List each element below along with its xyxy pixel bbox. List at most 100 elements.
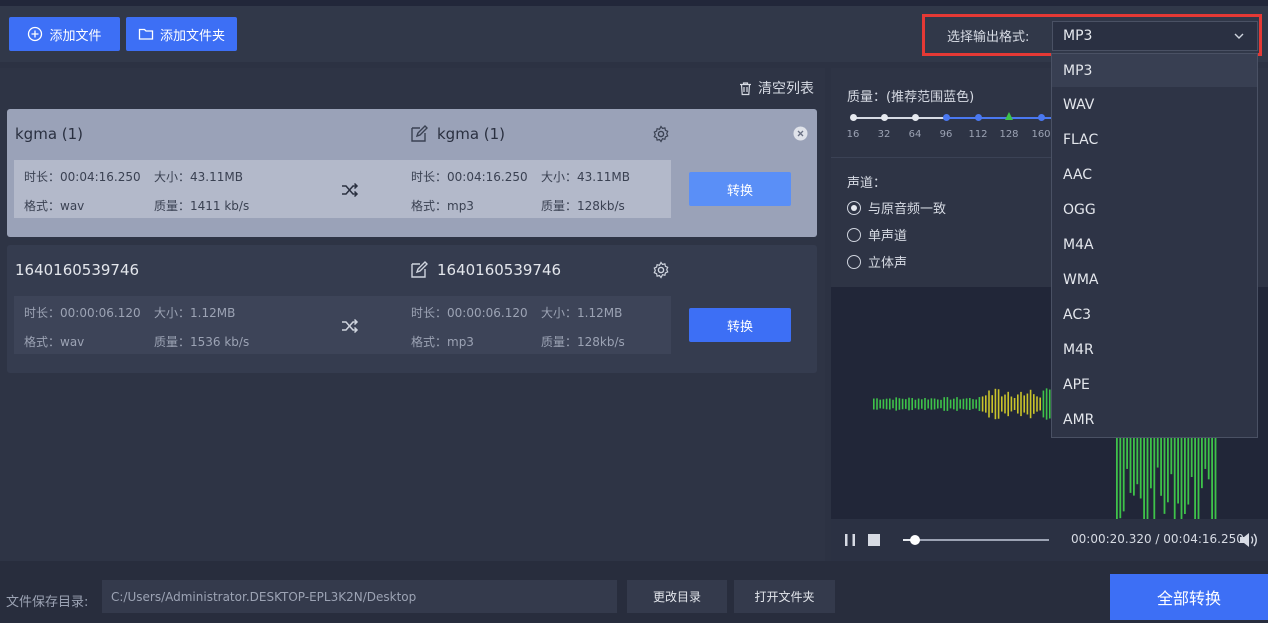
waveform-bar — [927, 399, 929, 409]
edit-icon[interactable] — [410, 261, 428, 279]
playback-time: 00:00:20.320 / 00:04:16.250 — [1071, 532, 1244, 546]
waveform-bar — [1026, 393, 1029, 415]
channel-option-label: 立体声 — [868, 256, 908, 271]
quality-tick-dot[interactable] — [942, 114, 950, 121]
output-format-select[interactable]: MP3 — [1052, 21, 1258, 51]
waveform-bar — [1036, 396, 1038, 412]
format-option-amr[interactable]: AMR — [1052, 402, 1257, 437]
waveform-bar — [1143, 427, 1145, 519]
quality-tick-dot[interactable] — [880, 114, 888, 121]
quality-tick-dot[interactable] — [974, 114, 982, 121]
waveform-bar — [1197, 427, 1200, 519]
progress-track[interactable] — [903, 539, 1049, 541]
target-quality: 质量：128kb/s — [541, 335, 625, 349]
waveform-bar — [946, 397, 949, 411]
gear-icon[interactable] — [652, 125, 670, 143]
output-format-label: 选择输出格式: — [947, 29, 1030, 45]
waveform-bar — [898, 398, 901, 410]
clear-list-button[interactable]: 清空列表 — [738, 78, 814, 98]
add-folder-button[interactable]: 添加文件夹 — [126, 17, 237, 51]
waveform-bar — [1146, 427, 1149, 519]
convert-button[interactable]: 转换 — [689, 172, 791, 206]
output-file-name: kgma (1) — [437, 125, 506, 143]
gear-icon[interactable] — [652, 261, 670, 279]
radio-button[interactable] — [847, 200, 861, 215]
file-card[interactable]: 1640160539746 1640160539746 时长：00:00:06.… — [7, 245, 817, 373]
format-option-wma[interactable]: WMA — [1052, 262, 1257, 297]
format-option-mp3[interactable]: MP3 — [1052, 54, 1257, 87]
waveform-bar — [953, 398, 955, 410]
progress-knob[interactable] — [909, 535, 920, 545]
waveform-bar — [914, 399, 917, 409]
file-card[interactable]: kgma (1) kgma (1) 时长：00:04:16.250 大小：43.… — [7, 109, 817, 237]
format-option-ac3[interactable]: AC3 — [1052, 297, 1257, 332]
source-duration: 时长：00:04:16.250 — [24, 170, 141, 184]
waveform-bar — [924, 397, 926, 411]
waveform-bar — [1007, 391, 1009, 417]
quality-tick-dot[interactable] — [1037, 114, 1045, 121]
waveform-bar — [1194, 427, 1196, 519]
source-quality: 质量：1536 kb/s — [154, 335, 250, 349]
pause-icon[interactable] — [843, 533, 857, 547]
radio-button[interactable] — [847, 254, 861, 269]
waveform-bar — [991, 395, 993, 413]
format-option-flac[interactable]: FLAC — [1052, 122, 1257, 157]
waveform-bar — [917, 398, 920, 410]
waveform-bar — [882, 399, 885, 409]
target-format: 格式：mp3 — [411, 335, 474, 349]
add-file-label: 添加文件 — [49, 28, 102, 44]
format-option-wav[interactable]: WAV — [1052, 87, 1257, 122]
channel-option[interactable]: 单声道 — [847, 225, 907, 244]
waveform-bar — [959, 399, 961, 409]
channel-option[interactable]: 立体声 — [847, 252, 907, 271]
waveform-bar — [933, 398, 936, 410]
waveform-bar — [1023, 395, 1025, 413]
waveform-bar — [1163, 427, 1166, 514]
source-size: 大小：43.11MB — [154, 170, 243, 184]
quality-tick-label: 64 — [908, 129, 922, 140]
waveform-bar — [1029, 389, 1032, 419]
format-option-m4r[interactable]: M4R — [1052, 332, 1257, 367]
waveform-bar — [962, 398, 965, 410]
radio-button[interactable] — [847, 227, 861, 242]
format-option-ogg[interactable]: OGG — [1052, 192, 1257, 227]
waveform-bar — [1119, 427, 1122, 519]
waveform-bar — [1013, 398, 1016, 410]
open-folder-button[interactable]: 打开文件夹 — [734, 580, 835, 613]
stop-icon[interactable] — [868, 534, 880, 546]
close-icon[interactable] — [793, 126, 808, 141]
waveform-bar — [1167, 427, 1169, 503]
quality-tick-label: 112 — [968, 129, 988, 140]
convert-button[interactable]: 转换 — [689, 308, 791, 342]
quality-tick-dot[interactable] — [911, 114, 919, 121]
channel-title: 声道： — [847, 176, 887, 191]
shuffle-icon — [342, 182, 359, 198]
output-format-dropdown: MP3 WAV FLAC AAC OGG M4A WMA AC3 M4R APE AMR — [1051, 53, 1258, 438]
format-option-aac[interactable]: AAC — [1052, 157, 1257, 192]
target-duration: 时长：00:00:06.120 — [411, 306, 528, 320]
waveform-bar — [1116, 427, 1118, 519]
change-dir-button[interactable]: 更改目录 — [627, 580, 727, 613]
edit-icon[interactable] — [410, 125, 428, 143]
save-dir-input[interactable]: C:/Users/Administrator.DESKTOP-EPL3K2N/D… — [102, 580, 617, 613]
channel-option[interactable]: 与原音频一致 — [847, 198, 946, 217]
volume-icon[interactable] — [1238, 531, 1258, 549]
source-size: 大小：1.12MB — [154, 306, 236, 320]
waveform-bar — [1122, 427, 1125, 512]
quality-selected-marker[interactable] — [1005, 112, 1013, 120]
plus-circle-icon — [28, 26, 43, 42]
quality-tick-dot[interactable] — [849, 114, 857, 121]
output-format-highlight: 选择输出格式: MP3 — [922, 14, 1262, 56]
waveform-bar — [969, 397, 971, 411]
format-option-ape[interactable]: APE — [1052, 367, 1257, 402]
waveform-bar — [985, 395, 987, 413]
convert-all-button[interactable]: 全部转换 — [1110, 574, 1268, 620]
waveform-bar — [873, 398, 875, 410]
waveform-bar — [1001, 396, 1003, 412]
quality-tick-label: 32 — [877, 129, 891, 140]
waveform-bar — [943, 397, 945, 411]
format-option-m4a[interactable]: M4A — [1052, 227, 1257, 262]
add-file-button[interactable]: 添加文件 — [9, 17, 120, 51]
output-file-name: 1640160539746 — [437, 261, 562, 279]
waveform-bar — [1214, 427, 1217, 519]
